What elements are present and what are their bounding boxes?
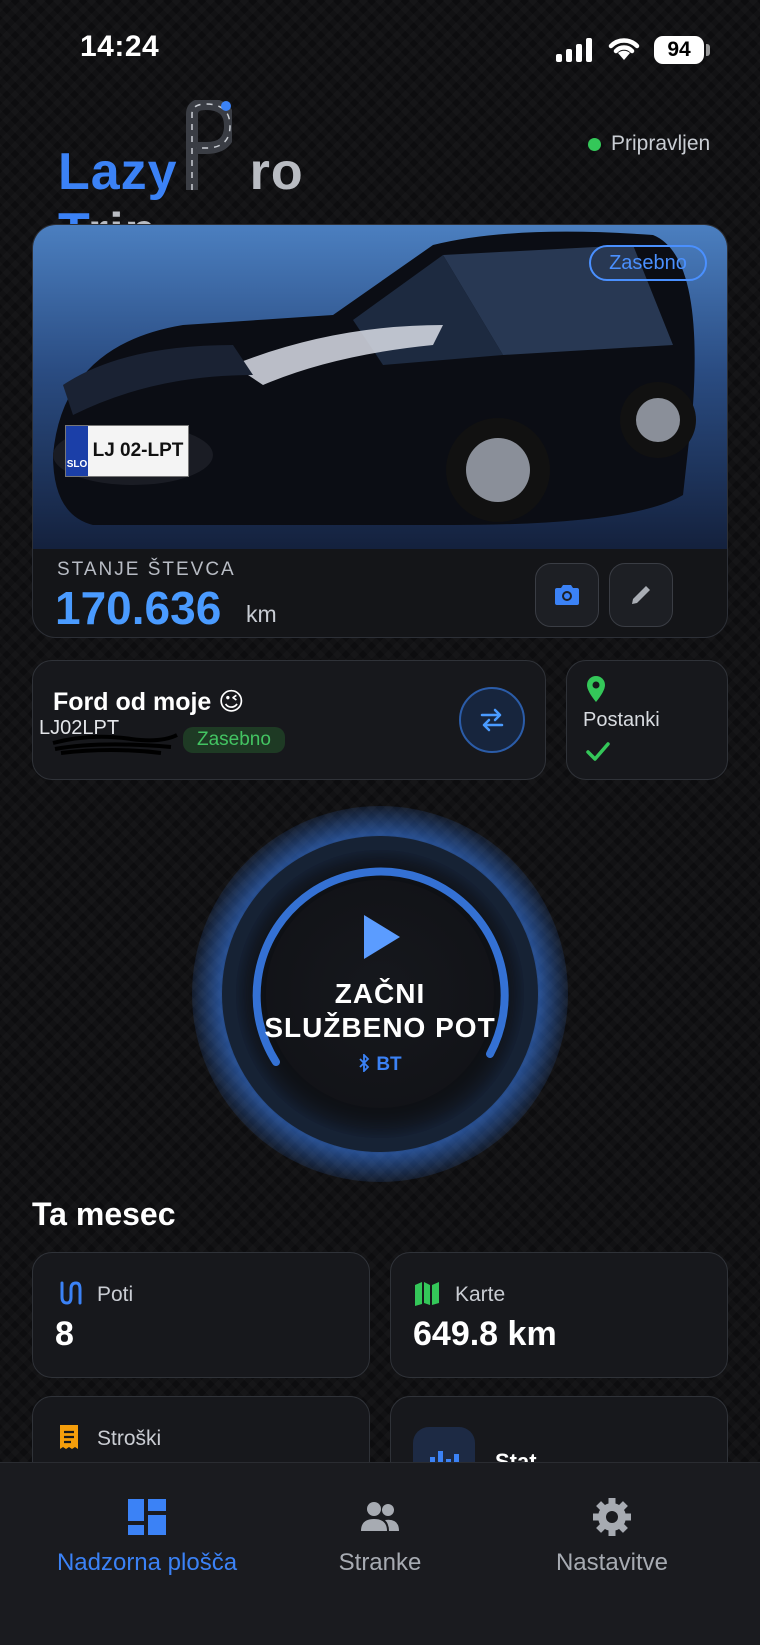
- battery-tip: [706, 44, 710, 56]
- swap-vehicle-button[interactable]: [459, 687, 525, 753]
- swap-arrows-icon: [480, 708, 504, 732]
- bluetooth-icon: [359, 1052, 370, 1074]
- vehicle-plate: LJ02LPT: [39, 717, 120, 739]
- receipt-icon: [60, 1425, 78, 1449]
- stat-label-trips: Poti: [97, 1283, 134, 1306]
- camera-icon: [555, 585, 579, 605]
- stat-value-trips: 8: [55, 1315, 74, 1353]
- tab-dashboard[interactable]: Nadzorna plošča: [27, 1497, 267, 1577]
- checkmark-icon: [586, 742, 610, 761]
- ready-status-label: Pripravljen: [611, 132, 711, 155]
- dashboard-icon: [128, 1499, 166, 1535]
- car-card[interactable]: SLO LJ 02-LPT Zasebno STANJE ŠTEVCA 170.…: [32, 224, 728, 638]
- bluetooth-indicator: BT: [192, 1052, 568, 1076]
- car-photo: SLO LJ 02-LPT Zasebno: [33, 225, 727, 549]
- start-trip-button[interactable]: ZAČNI SLUŽBENO POT BT: [192, 806, 568, 1182]
- vehicle-badge: Zasebno: [183, 727, 285, 753]
- start-label-line2: SLUŽBENO POT: [264, 1012, 496, 1043]
- plate-country: SLO: [66, 426, 88, 476]
- tab-bar: Nadzorna plošča Stranke Nastavitve: [0, 1462, 760, 1645]
- people-icon: [361, 1502, 399, 1531]
- tab-settings[interactable]: Nastavitve: [492, 1497, 732, 1577]
- camera-button[interactable]: [535, 563, 599, 627]
- start-label-line1: ZAČNI: [334, 978, 426, 1009]
- ready-status: Pripravljen: [588, 132, 710, 156]
- play-icon: [364, 915, 400, 959]
- plate-number: LJ 02-LPT: [92, 440, 184, 461]
- tab-settings-label: Nastavitve: [555, 1549, 669, 1576]
- tab-clients[interactable]: Stranke: [260, 1497, 500, 1577]
- bluetooth-label: BT: [376, 1054, 402, 1075]
- map-pin-icon: [587, 676, 605, 702]
- tab-clients-label: Stranke: [338, 1549, 422, 1576]
- stat-card-trips[interactable]: Poti 8: [32, 1252, 370, 1378]
- stops-card[interactable]: Postanki: [566, 660, 728, 780]
- odometer-value: 170.636: [55, 582, 222, 634]
- stat-label-distance: Karte: [455, 1283, 506, 1306]
- edit-button[interactable]: [609, 563, 673, 627]
- logo-word-ro: ro: [249, 143, 304, 201]
- stat-label-expenses: Stroški: [97, 1427, 162, 1450]
- battery-level: 94: [654, 36, 704, 64]
- vehicle-card[interactable]: Ford od moje 😉 LJ02LPT Zasebno: [32, 660, 546, 780]
- wifi-icon: [608, 38, 640, 60]
- stops-label: Postanki: [583, 709, 660, 731]
- odometer-label: STANJE ŠTEVCA: [57, 559, 236, 580]
- app-logo: Lazyro Trip: [58, 96, 398, 261]
- stat-value-distance: 649.8 km: [413, 1315, 557, 1353]
- signal-icon: [556, 38, 592, 62]
- odometer-unit: km: [246, 601, 277, 627]
- private-tag: Zasebno: [589, 245, 707, 281]
- tab-dashboard-label: Nadzorna plošča: [56, 1549, 238, 1576]
- month-title: Ta mesec: [32, 1196, 176, 1232]
- license-plate: SLO LJ 02-LPT: [65, 425, 189, 477]
- gear-icon: [593, 1498, 631, 1536]
- pencil-icon: [632, 586, 650, 604]
- route-icon: [60, 1281, 82, 1305]
- logo-word-lazy: Lazy: [58, 143, 178, 201]
- status-time: 14:24: [80, 30, 160, 63]
- status-dot: [588, 137, 601, 151]
- map-icon: [415, 1282, 439, 1306]
- stat-card-distance[interactable]: Karte 649.8 km: [390, 1252, 728, 1378]
